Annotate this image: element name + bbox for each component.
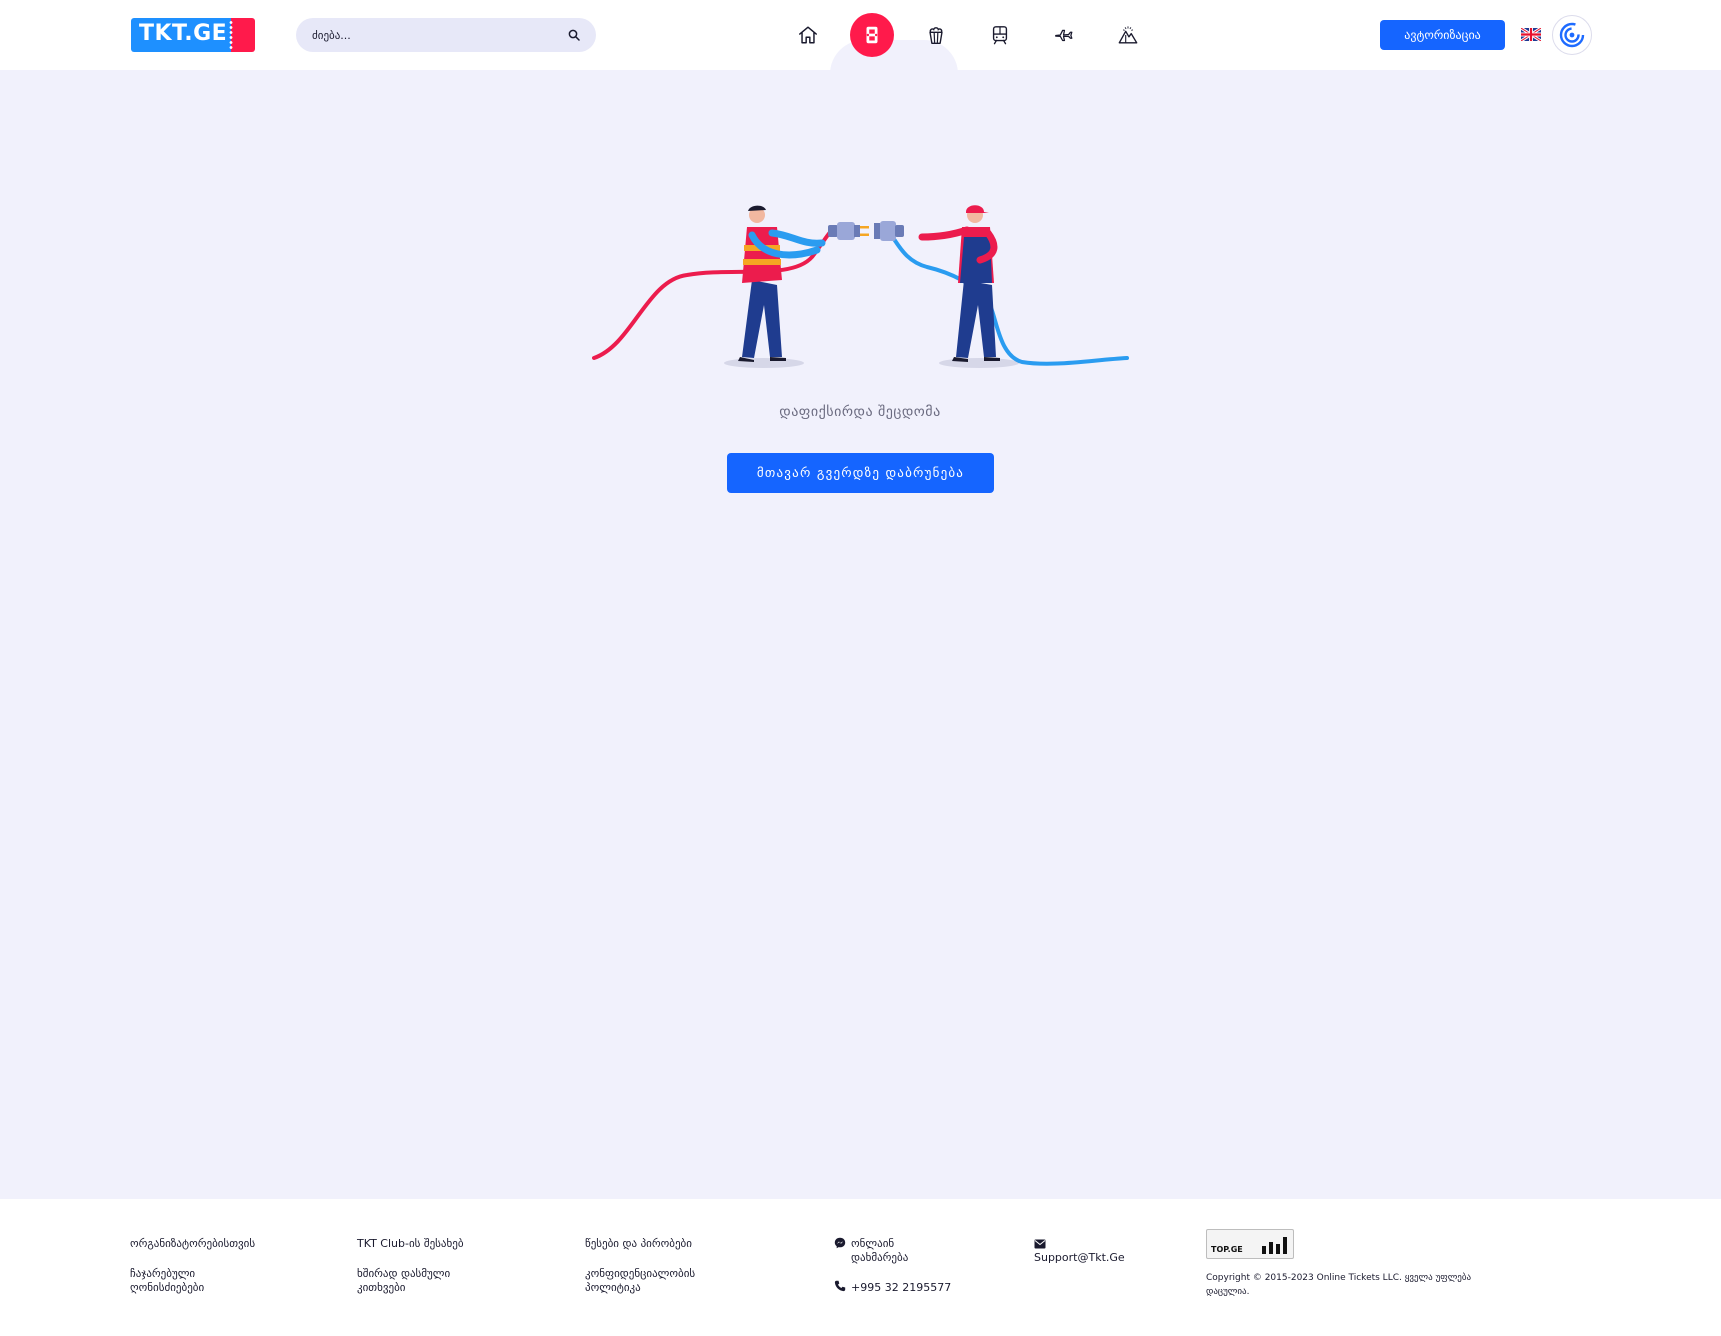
logo-text: TKT.GE [139, 21, 228, 46]
nav-tours[interactable] [1106, 13, 1150, 57]
nav-flight[interactable] [1042, 13, 1086, 57]
mountain-icon [1118, 26, 1138, 44]
bars-icon [1262, 1237, 1287, 1254]
footer-link-past-events[interactable]: ჩაჯარებული ღონისძიებები [130, 1267, 230, 1295]
footer-link-organizers[interactable]: ორგანიზატორებისთვის [130, 1237, 310, 1251]
footer-link-terms[interactable]: წესები და პირობები [585, 1237, 765, 1251]
plug-connection-illustration [592, 205, 1129, 368]
copyright-text: Copyright © 2015-2023 Online Tickets LLC… [1206, 1273, 1472, 1297]
logo[interactable]: TKT.GE [131, 18, 255, 52]
popcorn-icon [929, 27, 943, 44]
nav-tickets[interactable] [850, 13, 894, 57]
train-icon [992, 26, 1008, 45]
search-bar [296, 18, 596, 52]
footer: ორგანიზატორებისთვის ჩაჯარებული ღონისძიებ… [0, 1199, 1721, 1336]
topge-counter[interactable]: TOP.GE [1206, 1229, 1294, 1259]
footer-phone[interactable]: +995 32 2195577 [851, 1281, 971, 1295]
back-to-home-button[interactable]: მთავარ გვერდზე დაბრუნება [727, 453, 994, 493]
footer-link-tkt-club[interactable]: TKT Club-ის შესახებ [357, 1237, 537, 1251]
nav-train[interactable] [978, 13, 1022, 57]
footer-email[interactable]: Support@Tkt.Ge [1034, 1251, 1154, 1265]
search-input[interactable] [312, 18, 552, 52]
nav-popcorn[interactable] [914, 13, 958, 57]
film-icon [866, 26, 878, 44]
search-icon[interactable] [568, 29, 580, 41]
nav-home[interactable] [786, 13, 830, 57]
mail-icon [1034, 1239, 1046, 1249]
footer-link-privacy[interactable]: კონფიდენციალობის პოლიტიკა [585, 1267, 715, 1295]
home-icon [799, 26, 817, 44]
footer-online-help[interactable]: ონლაინ დახმარება [851, 1237, 931, 1265]
plane-icon [1055, 29, 1073, 42]
phone-icon [834, 1280, 846, 1292]
error-message: დაფიქსირდა შეცდომა [779, 404, 941, 420]
spiral-icon [1559, 22, 1585, 48]
login-button[interactable]: ავტორიზაცია [1380, 20, 1505, 50]
messenger-icon [834, 1237, 846, 1249]
profile-button[interactable] [1552, 15, 1592, 55]
footer-link-faq[interactable]: ხშირად დასმული კითხვები [357, 1267, 467, 1295]
header: TKT.GE ავტორიზაცია [0, 0, 1721, 74]
topge-label: TOP.GE [1211, 1245, 1243, 1254]
uk-flag-icon[interactable] [1521, 28, 1541, 41]
